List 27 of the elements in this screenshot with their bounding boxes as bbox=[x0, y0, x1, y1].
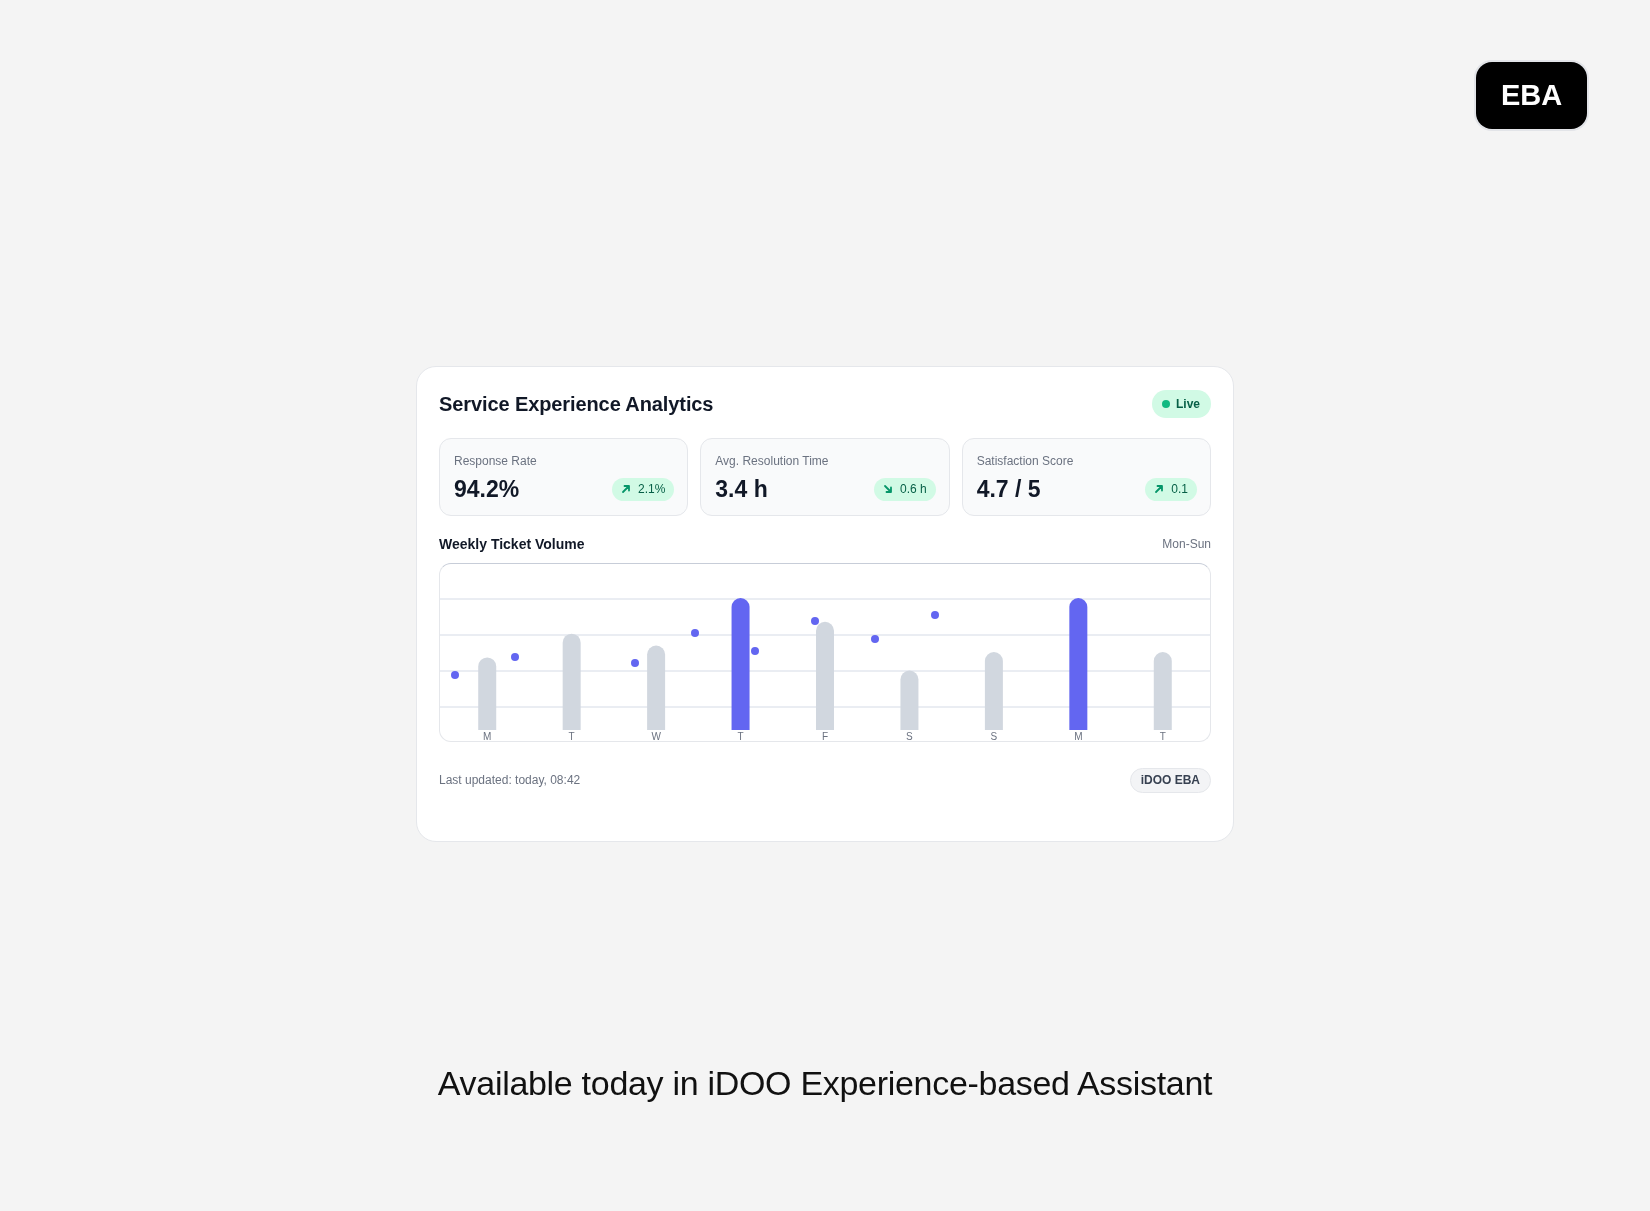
card-title: Service Experience Analytics bbox=[439, 392, 714, 417]
tagline: Available today in iDOO Experience-based Assistant bbox=[437, 1063, 1213, 1103]
axis-label: F bbox=[821, 730, 829, 741]
metric-label: Satisfaction Score bbox=[976, 453, 1075, 469]
axis-label: M bbox=[1074, 730, 1083, 741]
axis-label: M bbox=[483, 730, 492, 741]
axis-label: S bbox=[906, 730, 913, 741]
axis-label: T bbox=[1159, 730, 1166, 741]
delta-value: 0.6 h bbox=[899, 482, 927, 496]
product-tag: iDOO EBA bbox=[1129, 767, 1211, 793]
last-updated-text: Last updated: today, 08:42 bbox=[439, 773, 581, 787]
metric-label: Response Rate bbox=[454, 453, 538, 469]
axis-label: T bbox=[568, 730, 575, 741]
chart-range: Mon-Sun bbox=[1162, 536, 1211, 553]
axis-label: S bbox=[990, 730, 998, 741]
status-dot-icon bbox=[1162, 400, 1170, 408]
metric-value: 4.7 / 5 bbox=[976, 475, 1041, 503]
axis-label: W bbox=[651, 730, 661, 741]
metric-value: 94.2% bbox=[454, 475, 520, 503]
logo-tile: EBA bbox=[1476, 62, 1587, 129]
metric-value: 3.4 h bbox=[715, 475, 768, 503]
metric-label: Avg. Resolution Time bbox=[715, 453, 830, 469]
chart-title: Weekly Ticket Volume bbox=[439, 535, 585, 554]
axis-label: T bbox=[737, 730, 744, 741]
delta-value: 2.1% bbox=[637, 482, 666, 496]
delta-value: 0.1 bbox=[1171, 482, 1188, 496]
status-label: Live bbox=[1176, 397, 1200, 411]
